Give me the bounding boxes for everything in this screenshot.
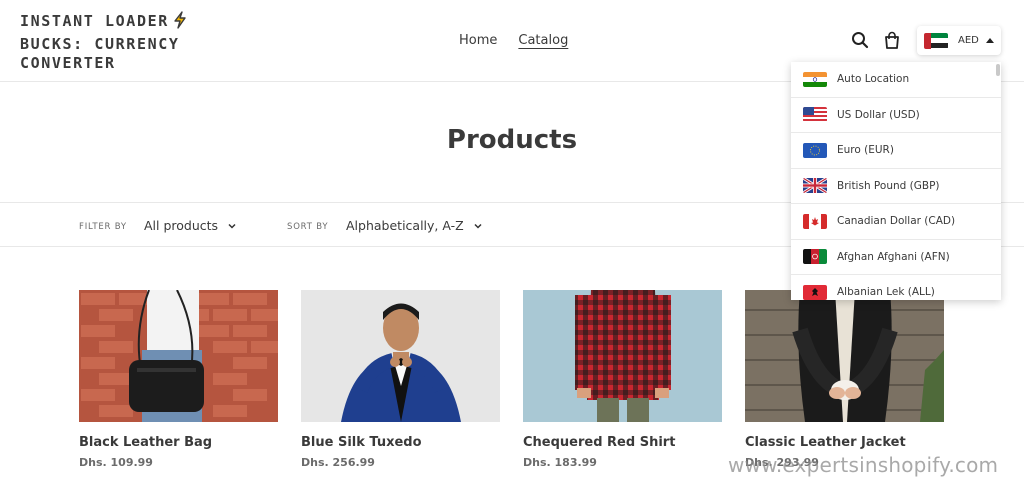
currency-option-gbp[interactable]: British Pound (GBP) [791, 169, 1001, 204]
filter-select[interactable]: All products [144, 218, 236, 233]
currency-option-all[interactable]: Albanian Lek (ALL) [791, 275, 1001, 300]
product-price: Dhs. 109.99 [79, 456, 153, 469]
currency-option-label: Auto Location [837, 73, 910, 86]
cart-icon[interactable] [883, 31, 903, 51]
sort-by-label: SORT BY [287, 222, 329, 232]
nav-catalog-link[interactable]: Catalog [518, 33, 568, 48]
product-name[interactable]: Chequered Red Shirt [523, 435, 722, 450]
product-card[interactable]: Classic Leather Jacket Dhs. 293.99 [745, 290, 944, 469]
currency-option-afn[interactable]: Afghan Afghani (AFN) [791, 240, 1001, 275]
usa-flag-icon [803, 107, 827, 123]
uae-flag-icon [924, 32, 948, 49]
india-flag-icon [803, 71, 827, 87]
currency-selector-button[interactable]: AED [917, 26, 1001, 55]
filter-select-value: All products [144, 218, 219, 233]
canada-flag-icon [803, 213, 827, 229]
store-logo[interactable]: INSTANT LOADER BUCKS: CURRENCY CONVERTER [20, 11, 220, 74]
currency-option-label: US Dollar (USD) [837, 108, 920, 121]
caret-up-icon [985, 38, 994, 43]
product-name[interactable]: Classic Leather Jacket [745, 435, 944, 450]
chevron-down-icon [474, 223, 482, 229]
uk-flag-icon [803, 178, 827, 194]
eu-flag-icon [803, 142, 827, 158]
currency-option-eur[interactable]: Euro (EUR) [791, 133, 1001, 169]
currency-option-label: Albanian Lek (ALL) [837, 286, 935, 299]
currency-option-label: Euro (EUR) [837, 144, 894, 157]
currency-option-cad[interactable]: Canadian Dollar (CAD) [791, 204, 1001, 240]
filter-by-label: FILTER BY [79, 222, 127, 232]
product-card[interactable]: Chequered Red Shirt Dhs. 183.99 [523, 290, 722, 469]
product-image-classic-leather-jacket[interactable] [745, 290, 944, 422]
currency-option-label: British Pound (GBP) [837, 179, 940, 192]
currency-option-label: Canadian Dollar (CAD) [837, 215, 956, 228]
sort-select[interactable]: Alphabetically, A-Z [346, 218, 482, 233]
product-card[interactable]: Black Leather Bag Dhs. 109.99 [79, 290, 278, 469]
product-image-black-leather-bag[interactable] [79, 290, 278, 422]
watermark-text: www.expertsinshopify.com [728, 453, 999, 477]
albania-flag-icon [803, 284, 827, 300]
chevron-down-icon [228, 223, 236, 229]
product-image-blue-silk-tuxedo[interactable] [301, 290, 500, 422]
dropdown-scrollbar[interactable] [996, 64, 1000, 76]
lightning-bolt-icon [172, 11, 188, 35]
product-price: Dhs. 183.99 [523, 456, 597, 469]
product-image-chequered-red-shirt[interactable] [523, 290, 722, 422]
logo-line-2: BUCKS: CURRENCY [20, 34, 180, 53]
sort-select-value: Alphabetically, A-Z [346, 218, 464, 233]
main-nav: Home Catalog [459, 33, 568, 48]
logo-line-1: INSTANT LOADER [20, 12, 169, 30]
currency-option-usd[interactable]: US Dollar (USD) [791, 98, 1001, 133]
currency-option-auto-location[interactable]: Auto Location [791, 62, 1001, 98]
nav-home-link[interactable]: Home [459, 33, 497, 48]
afghanistan-flag-icon [803, 249, 827, 265]
product-name[interactable]: Black Leather Bag [79, 435, 278, 450]
logo-line-3: CONVERTER [20, 54, 116, 72]
currency-code: AED [958, 35, 979, 46]
product-name[interactable]: Blue Silk Tuxedo [301, 435, 500, 450]
search-icon[interactable] [851, 31, 871, 51]
product-price: Dhs. 256.99 [301, 456, 375, 469]
currency-dropdown-menu: Auto Location US Dollar (USD) Euro (EUR)… [791, 62, 1001, 300]
product-card[interactable]: Blue Silk Tuxedo Dhs. 256.99 [301, 290, 500, 469]
currency-option-label: Afghan Afghani (AFN) [837, 250, 950, 263]
